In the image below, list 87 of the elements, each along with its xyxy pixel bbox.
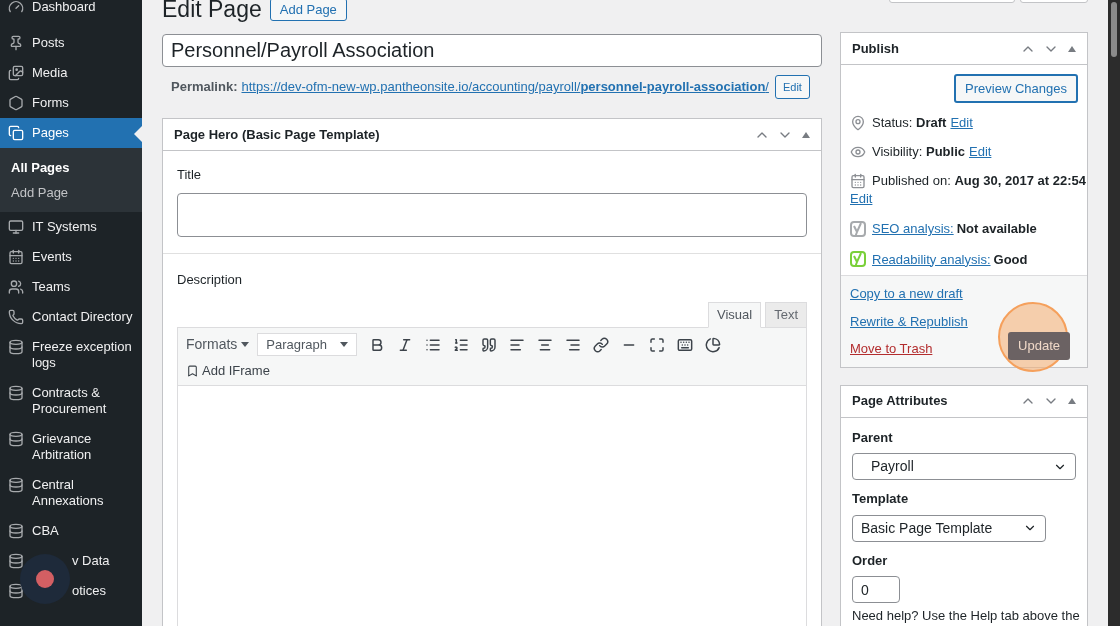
hexagon-icon [8, 95, 24, 111]
preview-changes-button[interactable]: Preview Changes [954, 74, 1078, 103]
analysis-result: Not available [956, 220, 1037, 238]
database-icon [8, 523, 24, 539]
action-link[interactable]: Copy to a new draft [850, 284, 968, 304]
panel-title: Publish [852, 39, 900, 58]
panel-title: Page Attributes [852, 392, 949, 411]
bookmark-icon [186, 363, 199, 378]
calendar-icon [850, 173, 866, 189]
field-label: Title [177, 166, 203, 184]
menu-item[interactable]: Events [0, 242, 142, 272]
database-icon [8, 339, 24, 355]
menu-item[interactable]: Dashboard [0, 0, 142, 22]
publish-info: Status: Draft [872, 114, 947, 132]
numbered-list-icon[interactable] [453, 336, 470, 353]
editor-tab[interactable]: Text [765, 302, 807, 328]
publish-info: Visibility: Public [872, 143, 965, 161]
menu-item[interactable]: Posts [0, 28, 142, 58]
add-iframe-button[interactable]: Add IFrame [186, 361, 270, 381]
collapse-icon[interactable] [1068, 398, 1076, 404]
submenu-item[interactable]: Add Page [0, 180, 142, 205]
editor-tab[interactable]: Visual [707, 302, 762, 328]
pin-icon [8, 35, 24, 51]
link-icon[interactable] [593, 336, 610, 353]
pages-icon [8, 125, 24, 141]
template-select[interactable]: Basic Page Template [852, 514, 1046, 542]
menu-item[interactable]: Contact Directory [0, 302, 142, 332]
caret-icon [241, 342, 250, 347]
monitor-icon [8, 219, 24, 235]
pie-chart-icon[interactable] [705, 336, 722, 353]
gauge-icon [8, 0, 24, 15]
caret-icon [340, 342, 349, 347]
field-label: Description [177, 270, 244, 289]
edit-permalink-button[interactable]: Edit [774, 75, 810, 99]
database-icon [8, 477, 24, 493]
menu-item[interactable]: Pages [0, 118, 142, 148]
phone-icon [8, 309, 24, 325]
panel-title: Page Hero (Basic Page Template) [174, 125, 381, 144]
update-button[interactable]: Update [1008, 331, 1070, 360]
database-icon [8, 553, 24, 569]
edit-link[interactable]: Edit [969, 144, 992, 159]
hero-title-field[interactable] [177, 192, 807, 237]
menu-item[interactable]: Freeze exception logs [0, 332, 142, 378]
edit-link[interactable]: Edit [950, 115, 973, 130]
analysis-result: Good [993, 250, 1028, 269]
fullscreen-icon[interactable] [649, 336, 666, 353]
database-icon [8, 583, 24, 599]
post-title-field[interactable]: Personnel/Payroll Association [162, 34, 822, 67]
menu-item[interactable]: Forms [0, 88, 142, 118]
parent-select[interactable]: Payroll [852, 453, 1076, 480]
formats-dropdown[interactable]: Formats [186, 334, 250, 355]
menu-item[interactable]: Teams [0, 272, 142, 302]
analysis-link[interactable]: SEO analysis: [872, 219, 954, 239]
calendar-icon [8, 249, 24, 265]
permalink-url[interactable]: https://dev-ofm-new-wp.pantheonsite.io/accounting/payroll/personnel-payroll-association/ [241, 77, 769, 97]
database-icon [8, 431, 24, 447]
action-link[interactable]: Move to Trash [850, 339, 968, 359]
order-field[interactable]: 0 [852, 576, 900, 603]
permalink-label: Permalink: [171, 78, 238, 97]
pin-icon [850, 115, 866, 131]
media-icon [8, 65, 24, 81]
page-heading: Edit Page [162, 0, 262, 25]
paragraph-select[interactable]: Paragraph [257, 333, 358, 356]
add-page-button[interactable]: Add Page [269, 0, 347, 21]
publish-info: Published on: Aug 30, 2017 at 22:54 [872, 172, 1086, 190]
menu-item[interactable]: Media [0, 58, 142, 88]
edit-link[interactable]: Edit [850, 191, 873, 206]
menu-item[interactable]: otices [0, 576, 142, 606]
menu-item[interactable]: Contracts & Procurement [0, 378, 142, 424]
quote-icon[interactable] [481, 336, 498, 353]
collapse-icon[interactable] [802, 131, 810, 138]
keyboard-icon[interactable] [677, 336, 694, 353]
analysis-link[interactable]: Readability analysis: [872, 249, 991, 269]
menu-item[interactable]: CBA [0, 516, 142, 546]
menu-item[interactable]: IT Systems [0, 212, 142, 242]
field-label: Parent [852, 428, 894, 447]
field-label: Template [852, 490, 910, 508]
collapse-icon[interactable] [1068, 45, 1076, 52]
menu-item[interactable]: Grievance Arbitration [0, 424, 142, 470]
action-link[interactable]: Rewrite & Republish [850, 311, 968, 331]
database-icon [8, 385, 24, 401]
eye-icon [850, 144, 866, 160]
submenu-item[interactable]: All Pages [0, 155, 142, 180]
menu-item[interactable]: Central Annexations [0, 470, 142, 516]
menu-item[interactable]: v Data [0, 546, 142, 576]
field-label: Order [852, 551, 889, 570]
people-icon [8, 279, 24, 295]
